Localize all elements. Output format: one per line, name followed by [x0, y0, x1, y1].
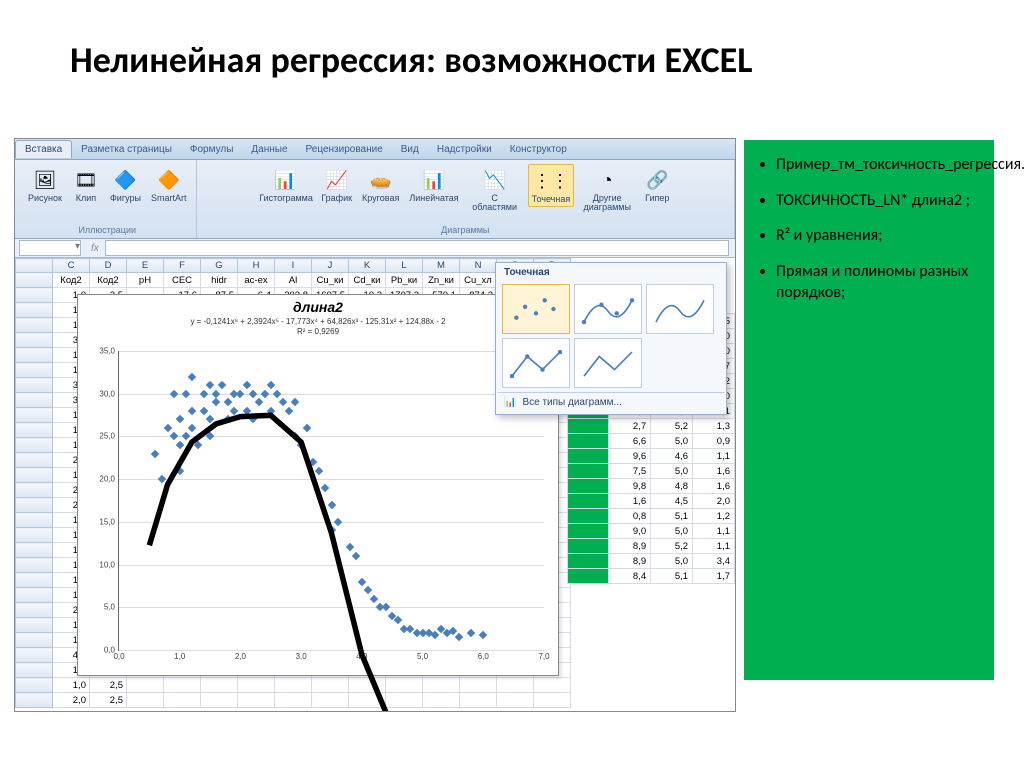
chart-title: длина2 [78, 295, 558, 315]
ribbon-tabs: ВставкаРазметка страницыФормулыДанныеРец… [15, 139, 735, 160]
name-box[interactable]: ▾ [19, 240, 81, 256]
ribbon-icon: 🖼 [31, 166, 59, 194]
scatter-smooth-thumb[interactable] [646, 284, 714, 334]
ribbon-tab[interactable]: Рецензирование [297, 141, 392, 158]
trendline [119, 351, 544, 712]
formula-input[interactable] [105, 240, 729, 256]
note-item: R² и уравнения; [776, 225, 986, 247]
scatter-lines-thumb[interactable] [574, 338, 642, 388]
chart-equation: y = -0,1241x⁶ + 2,3924x⁵ - 17,773x⁴ + 64… [78, 315, 558, 338]
ribbon-button[interactable]: 🎞Клип [69, 164, 103, 205]
scatter-type-popup: Точечная 📊 Все ти [495, 262, 727, 415]
note-item: ТОКСИЧНОСТЬ_LN* длина2 ; [776, 190, 986, 212]
chart-types-icon: 📊 [504, 397, 516, 408]
fx-icon[interactable]: fx [85, 243, 105, 254]
scatter-lines-markers-thumb[interactable] [502, 338, 570, 388]
ribbon-label: Точечная [532, 195, 571, 204]
ribbon-label: Рисунок [28, 194, 62, 203]
ribbon-group-title: Иллюстрации [78, 225, 136, 236]
scatter-smooth-markers-thumb[interactable] [574, 284, 642, 334]
ribbon-icon: 📊 [420, 166, 448, 194]
ribbon-label: SmartArt [151, 194, 187, 203]
slide-title: Нелинейная регрессия: возможности EXCEL [70, 38, 752, 82]
ribbon-icon: 🥧 [367, 166, 395, 194]
ribbon-label: Фигуры [110, 194, 141, 203]
ribbon-label: С областями [469, 194, 521, 213]
ribbon-icon: 🔶 [155, 166, 183, 194]
ribbon-button[interactable]: 🔷Фигуры [107, 164, 144, 205]
ribbon-label: Линейчатая [409, 194, 458, 203]
ribbon-tab[interactable]: Конструктор [501, 141, 576, 158]
ribbon-group-charts: 📊Гистограмма📈График🥧Круговая📊Линейчатая📉… [197, 160, 736, 238]
y-tick: 35,0 [99, 347, 115, 356]
ribbon-icon: 📈 [323, 166, 351, 194]
ribbon-label: График [321, 194, 352, 203]
ribbon-button[interactable]: 📈График [318, 164, 355, 205]
ribbon-button[interactable]: ⋮⋮Точечная [528, 164, 575, 207]
ribbon-body: 🖼Рисунок🎞Клип🔷Фигуры🔶SmartArt Иллюстраци… [15, 160, 735, 239]
ribbon-tab[interactable]: Данные [242, 141, 296, 158]
formula-bar: ▾ fx [15, 239, 735, 258]
y-tick: 25,0 [99, 432, 115, 441]
y-tick: 20,0 [99, 475, 115, 484]
ribbon-tab[interactable]: Вид [392, 141, 428, 158]
ribbon-label: Круговая [362, 194, 399, 203]
ribbon-button[interactable]: 🔗Гипер [640, 164, 674, 205]
ribbon-group-title: Диаграммы [441, 225, 489, 236]
ribbon-icon: 🔗 [643, 166, 671, 194]
scatter-markers-thumb[interactable] [502, 284, 570, 334]
worksheet-grid[interactable]: CDEFGHIJKLMNOPКод2Код2pHCEChidrac-exAlCu… [15, 258, 735, 712]
ribbon-button[interactable]: 🔶SmartArt [148, 164, 190, 205]
ribbon-icon: ◔ [593, 166, 621, 194]
ribbon-icon: 📊 [271, 166, 299, 194]
ribbon-label: Клип [76, 194, 96, 203]
ribbon-button[interactable]: 🥧Круговая [359, 164, 402, 205]
y-tick: 5,0 [104, 603, 115, 612]
ribbon-button[interactable]: 📊Линейчатая [406, 164, 461, 205]
ribbon-tab[interactable]: Вставка [15, 140, 72, 158]
y-tick: 15,0 [99, 517, 115, 526]
ribbon-button[interactable]: 🖼Рисунок [25, 164, 65, 205]
ribbon-tab[interactable]: Разметка страницы [72, 141, 181, 158]
ribbon-group-illustrations: 🖼Рисунок🎞Клип🔷Фигуры🔶SmartArt Иллюстраци… [15, 160, 197, 238]
excel-screenshot: ВставкаРазметка страницыФормулыДанныеРец… [14, 138, 736, 712]
ribbon-tab[interactable]: Формулы [181, 141, 243, 158]
y-tick: 30,0 [99, 389, 115, 398]
ribbon-label: Другие диаграммы [581, 194, 633, 213]
note-item: Пример_тм_токсичность_регрессия.xls; [776, 154, 986, 176]
popup-title: Точечная [498, 265, 724, 280]
ribbon-icon: 📉 [481, 166, 509, 194]
y-tick: 10,0 [99, 560, 115, 569]
ribbon-icon: 🎞 [72, 166, 100, 194]
side-notes-panel: Пример_тм_токсичность_регрессия.xls; ТОК… [744, 140, 994, 680]
note-item: Прямая и полиномы разных порядков; [776, 261, 986, 304]
ribbon-label: Гистограмма [259, 194, 311, 203]
ribbon-button[interactable]: ◔Другие диаграммы [578, 164, 636, 215]
scatter-chart[interactable]: длина2 y = -0,1241x⁶ + 2,3924x⁵ - 17,773… [77, 294, 559, 676]
ribbon-label: Гипер [645, 194, 669, 203]
ribbon-button[interactable]: 📉С областями [466, 164, 524, 215]
ribbon-icon: ⋮⋮ [537, 167, 565, 195]
ribbon-tab[interactable]: Надстройки [428, 141, 501, 158]
ribbon-button[interactable]: 📊Гистограмма [256, 164, 314, 205]
ribbon-icon: 🔷 [111, 166, 139, 194]
all-chart-types-button[interactable]: 📊 Все типы диаграмм... [498, 392, 724, 412]
